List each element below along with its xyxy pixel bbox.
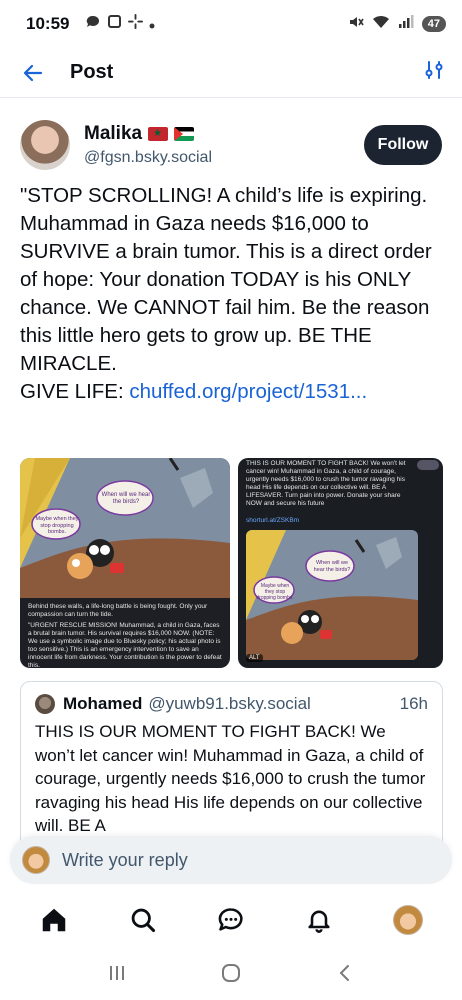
back-nav-button[interactable] (335, 963, 355, 988)
nav-home[interactable] (32, 898, 76, 942)
nav-chat[interactable] (209, 898, 253, 942)
alt-badge[interactable]: ALT (246, 654, 263, 662)
post-body: "STOP SCROLLING! A child’s life is expir… (20, 184, 432, 403)
recent-apps-button[interactable] (107, 963, 127, 988)
reply-placeholder: Write your reply (62, 849, 188, 870)
pinwheel-icon (128, 14, 144, 34)
author-handle[interactable]: @fgsn.bsky.social (84, 149, 212, 167)
profile-avatar (392, 905, 423, 935)
quoted-post[interactable]: Mohamed @yuwb91.bsky.social 16h THIS IS … (20, 681, 443, 851)
reply-composer[interactable]: Write your reply (10, 836, 452, 884)
recents-icon (109, 965, 124, 980)
nav-profile[interactable] (386, 898, 430, 942)
mute-icon (348, 14, 364, 35)
image-2-link[interactable]: shorturl.at/ZSKBm (246, 517, 435, 525)
back-button[interactable] (18, 58, 48, 88)
my-avatar (22, 846, 50, 874)
battery-icon: 47 (421, 16, 446, 32)
image-2-caption: THIS IS OUR MOMENT TO FIGHT BACK! We won… (246, 460, 406, 507)
thread-settings-button[interactable] (424, 60, 444, 85)
image-1-bubble-1: When will we hear the birds? (101, 492, 151, 505)
wifi-icon (372, 14, 390, 34)
square-icon (107, 14, 122, 34)
author-avatar[interactable] (20, 120, 70, 170)
quote-timestamp: 16h (399, 694, 428, 713)
home-button[interactable] (220, 962, 242, 989)
post-header: Post (0, 48, 462, 98)
status-time: 10:59 (26, 14, 70, 33)
quote-author-handle: @yuwb91.bsky.social (148, 694, 311, 713)
quote-author-name: Mohamed (63, 694, 143, 713)
quote-text: THIS IS OUR MOMENT TO FIGHT BACK! We won… (35, 722, 426, 835)
follow-button[interactable]: Follow (364, 125, 442, 165)
author-name[interactable]: Malika (84, 123, 142, 145)
image-2-bubble-1: When will we hear the birds? (313, 560, 351, 573)
nav-search[interactable] (121, 898, 165, 942)
post-link[interactable]: chuffed.org/project/1531... (129, 380, 367, 403)
post-images: When will we hear the birds? Maybe when … (20, 458, 443, 668)
home-icon (42, 908, 66, 932)
bottom-navigation (0, 893, 462, 947)
sliders-icon (425, 61, 443, 79)
nav-notifications[interactable] (297, 898, 341, 942)
status-bar: 10:59 47 (0, 0, 462, 48)
page-title: Post (70, 61, 114, 83)
post-image-1[interactable]: When will we hear the birds? Maybe when … (20, 458, 230, 668)
post-text: "STOP SCROLLING! A child’s life is expir… (20, 182, 445, 406)
image-2-bubble-2: Maybe when they stop dropping bombs. (256, 583, 294, 601)
image-1-bubble-2: Maybe when they stop dropping bombs. (35, 516, 79, 535)
system-navigation (0, 950, 462, 1000)
chat-icon (218, 908, 243, 931)
signal-icon (398, 14, 414, 34)
chevron-left-icon (339, 964, 350, 981)
palestine-flag-icon (174, 127, 195, 141)
quote-avatar (35, 694, 55, 714)
image-1-caption-1: Behind these walls, a life-long battle i… (28, 603, 208, 618)
post-image-2[interactable]: THIS IS OUR MOMENT TO FIGHT BACK! We won… (238, 458, 443, 668)
image-1-caption-2: "URGENT RESCUE MISSION! Muhammad, a chil… (28, 622, 222, 668)
arrow-left-icon (23, 64, 43, 81)
home-circle-icon (221, 963, 240, 982)
morocco-flag-icon (148, 127, 169, 141)
chat-bubble-icon (85, 14, 101, 35)
post-author: Malika @fgsn.bsky.social Follow (20, 115, 442, 175)
search-icon (131, 908, 155, 933)
image-2-avatar (417, 460, 439, 470)
dot-icon (149, 14, 155, 34)
notifications-icon (308, 910, 330, 933)
